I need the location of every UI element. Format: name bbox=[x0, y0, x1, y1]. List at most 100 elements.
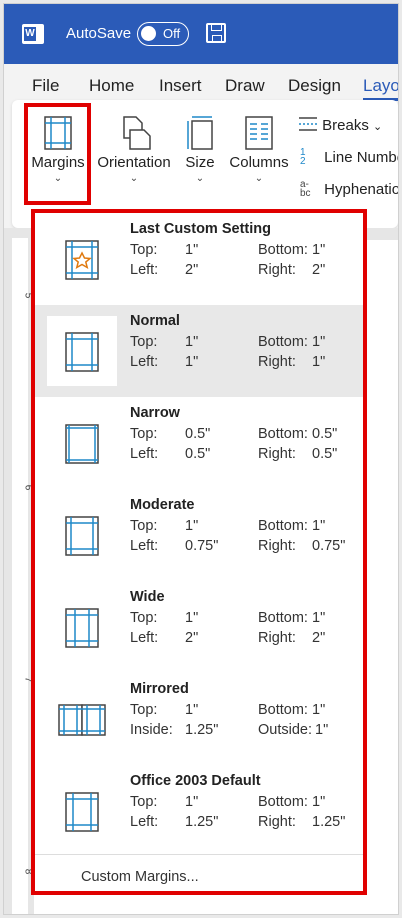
left-value: 1" bbox=[185, 354, 199, 370]
save-icon[interactable] bbox=[206, 23, 226, 43]
hyphenation-button[interactable]: a- bc Hyphenatio bbox=[300, 180, 398, 199]
margin-option-narrow[interactable]: Narrow Top: 0.5" Bottom: 0.5" Left: 0.5"… bbox=[35, 397, 363, 489]
right-label: Right: bbox=[258, 630, 296, 646]
top-value: 1" bbox=[185, 610, 199, 626]
office-2003-margins-icon bbox=[65, 792, 99, 832]
left-value: 0.5" bbox=[185, 446, 211, 462]
left-label: Left: bbox=[130, 446, 159, 462]
margin-option-normal[interactable]: Normal Top: 1" Bottom: 1" Left: 1" Right… bbox=[35, 305, 363, 397]
word-letter: W bbox=[24, 27, 36, 41]
chevron-down-icon: ⌄ bbox=[129, 173, 139, 184]
right-label: Right: bbox=[258, 446, 296, 462]
top-value: 1" bbox=[185, 518, 199, 534]
line-numbers-icon: 1 2 bbox=[300, 148, 320, 167]
hyphen-glyph-bottom: bc bbox=[300, 188, 311, 199]
right-value: 1" bbox=[312, 354, 326, 370]
left-label: Left: bbox=[130, 630, 159, 646]
title-bar: W AutoSave Off bbox=[4, 4, 398, 64]
columns-button[interactable]: Columns ⌄ bbox=[226, 116, 292, 184]
bottom-label: Bottom: bbox=[258, 702, 308, 718]
bottom-label: Bottom: bbox=[258, 242, 308, 258]
inside-value: 1.25" bbox=[185, 722, 219, 738]
option-title: Last Custom Setting bbox=[130, 221, 271, 237]
line-number-two: 2 bbox=[300, 156, 306, 167]
bottom-label: Bottom: bbox=[258, 334, 308, 350]
right-value: 2" bbox=[312, 262, 326, 278]
top-value: 1" bbox=[185, 702, 199, 718]
word-window: W AutoSave Off File Home Insert Draw Des… bbox=[4, 4, 398, 914]
bottom-label: Bottom: bbox=[258, 610, 308, 626]
line-numbers-button[interactable]: 1 2 Line Numbe bbox=[300, 148, 398, 167]
orientation-label: Orientation bbox=[97, 154, 171, 171]
chevron-down-icon: ⌄ bbox=[254, 173, 264, 184]
columns-icon bbox=[245, 116, 273, 150]
line-numbers-label: Line Numbe bbox=[324, 149, 398, 166]
right-label: Right: bbox=[258, 814, 296, 830]
left-value: 2" bbox=[185, 630, 199, 646]
mirrored-margins-icon bbox=[58, 704, 106, 736]
right-value: 0.75" bbox=[312, 538, 346, 554]
word-app-icon: W bbox=[22, 24, 44, 44]
top-label: Top: bbox=[130, 334, 158, 350]
left-label: Left: bbox=[130, 354, 159, 370]
margin-option-moderate[interactable]: Moderate Top: 1" Bottom: 1" Left: 0.75" … bbox=[35, 489, 363, 581]
bottom-value: 1" bbox=[312, 794, 326, 810]
bottom-value: 1" bbox=[312, 334, 326, 350]
breaks-icon bbox=[299, 117, 317, 131]
option-title: Office 2003 Default bbox=[130, 773, 261, 789]
right-value: 1.25" bbox=[312, 814, 346, 830]
right-value: 0.5" bbox=[312, 446, 338, 462]
right-label: Right: bbox=[258, 262, 296, 278]
breaks-label: Breaks bbox=[322, 117, 369, 134]
size-label: Size bbox=[185, 154, 215, 171]
tab-home[interactable]: Home bbox=[89, 76, 134, 96]
narrow-margins-icon bbox=[65, 424, 99, 464]
bottom-value: 1" bbox=[312, 518, 326, 534]
bottom-label: Bottom: bbox=[258, 518, 308, 534]
top-value: 1" bbox=[185, 242, 199, 258]
custom-margins-button[interactable]: Custom Margins... bbox=[81, 869, 199, 885]
left-label: Left: bbox=[130, 814, 159, 830]
option-title: Normal bbox=[130, 313, 180, 329]
hyphenation-icon: a- bc bbox=[300, 180, 320, 199]
option-title: Mirrored bbox=[130, 681, 189, 697]
margin-option-last-custom[interactable]: Last Custom Setting Top: 1" Bottom: 1" L… bbox=[35, 213, 363, 305]
margins-dropdown: Last Custom Setting Top: 1" Bottom: 1" L… bbox=[31, 209, 367, 895]
tab-insert[interactable]: Insert bbox=[159, 76, 202, 96]
top-label: Top: bbox=[130, 610, 158, 626]
bottom-value: 0.5" bbox=[312, 426, 338, 442]
breaks-button[interactable]: Breaks ⌄ bbox=[298, 116, 382, 134]
inside-label: Inside: bbox=[130, 722, 173, 738]
top-value: 1" bbox=[185, 794, 199, 810]
left-label: Left: bbox=[130, 262, 159, 278]
option-title: Moderate bbox=[130, 497, 195, 513]
option-title: Narrow bbox=[130, 405, 180, 421]
margin-option-mirrored[interactable]: Mirrored Top: 1" Bottom: 1" Inside: 1.25… bbox=[35, 673, 363, 765]
orientation-button[interactable]: Orientation ⌄ bbox=[94, 116, 174, 184]
columns-label: Columns bbox=[229, 154, 289, 171]
left-value: 0.75" bbox=[185, 538, 219, 554]
wide-margins-icon bbox=[65, 608, 99, 648]
top-label: Top: bbox=[130, 702, 158, 718]
size-icon bbox=[187, 116, 213, 150]
size-button[interactable]: Size ⌄ bbox=[180, 116, 220, 184]
outside-label: Outside: bbox=[258, 722, 312, 738]
toggle-knob bbox=[141, 26, 156, 41]
moderate-margins-icon bbox=[65, 516, 99, 556]
right-label: Right: bbox=[258, 354, 296, 370]
top-label: Top: bbox=[130, 242, 158, 258]
margin-option-office-2003[interactable]: Office 2003 Default Top: 1" Bottom: 1" L… bbox=[35, 765, 363, 857]
tab-draw[interactable]: Draw bbox=[225, 76, 265, 96]
tab-design[interactable]: Design bbox=[288, 76, 341, 96]
left-value: 2" bbox=[185, 262, 199, 278]
tab-layout[interactable]: Layo bbox=[363, 76, 398, 101]
tab-file[interactable]: File bbox=[32, 76, 59, 96]
chevron-down-icon: ⌄ bbox=[373, 121, 383, 133]
orientation-icon bbox=[123, 116, 151, 150]
margin-option-wide[interactable]: Wide Top: 1" Bottom: 1" Left: 2" Right: … bbox=[35, 581, 363, 673]
autosave-toggle[interactable]: Off bbox=[137, 22, 189, 46]
bottom-label: Bottom: bbox=[258, 426, 308, 442]
hyphenation-label: Hyphenatio bbox=[324, 181, 398, 198]
bottom-value: 1" bbox=[312, 702, 326, 718]
top-label: Top: bbox=[130, 794, 158, 810]
